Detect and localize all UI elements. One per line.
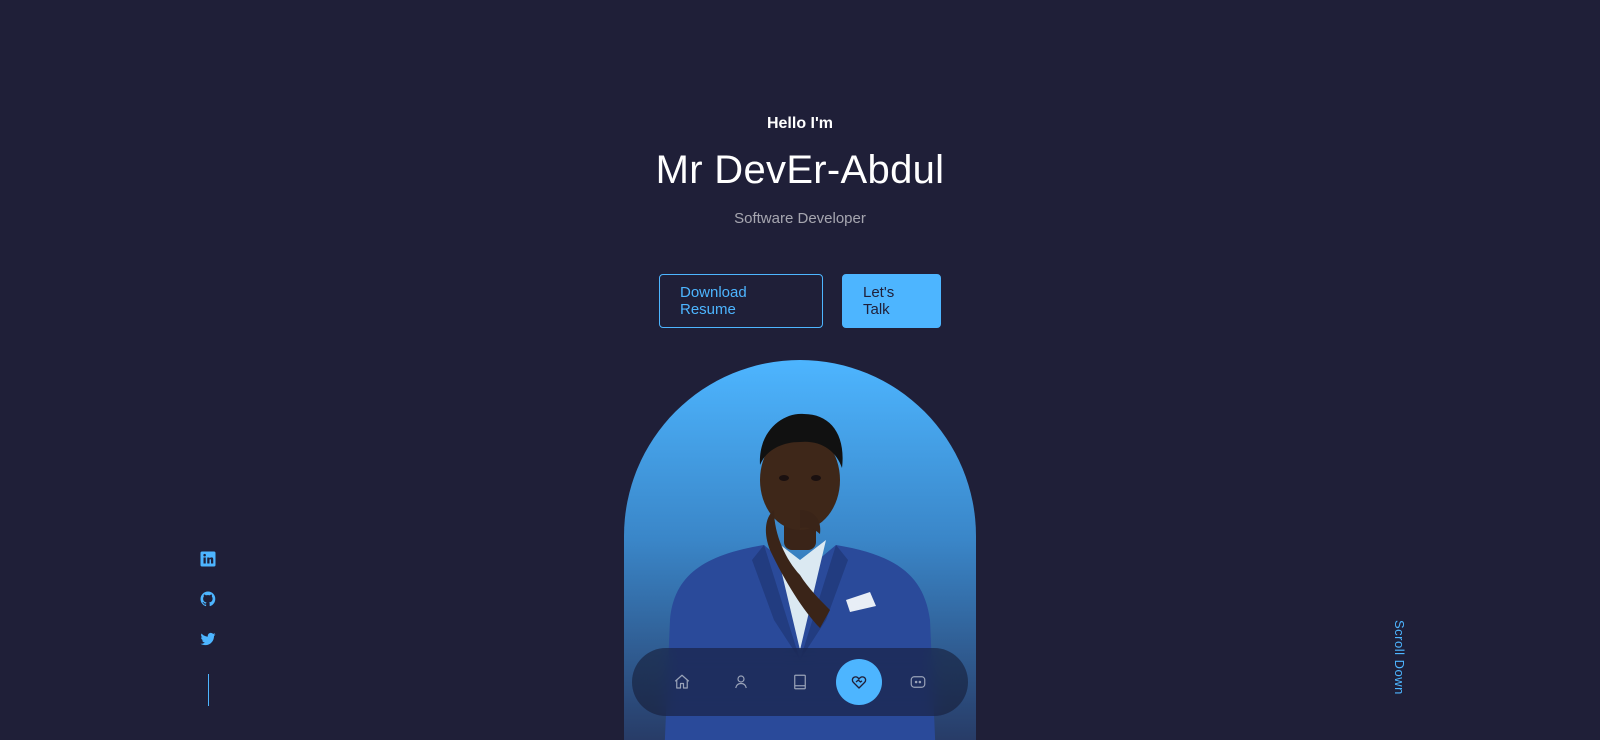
hero-section: Hello I'm Mr DevEr-Abdul Software Develo… [0,0,1600,740]
twitter-icon [200,632,216,646]
book-icon [794,674,806,690]
nav-home[interactable] [659,659,705,705]
lets-talk-button[interactable]: Let's Talk [842,274,941,328]
github-link[interactable] [199,590,217,608]
message-icon [910,676,926,688]
scroll-down-link[interactable]: Scroll Down [1392,620,1407,695]
nav-experience[interactable] [777,659,823,705]
heart-handshake-icon [851,676,867,689]
nav-contact[interactable] [895,659,941,705]
social-links [198,550,218,706]
user-icon [735,675,747,689]
linkedin-icon [200,551,216,567]
twitter-link[interactable] [199,630,217,648]
cta-group: Download Resume Let's Talk [0,274,1600,328]
page-title: Mr DevEr-Abdul [655,148,945,192]
nav-about[interactable] [718,659,764,705]
job-title: Software Developer [734,210,866,227]
greeting: Hello I'm [766,115,834,132]
nav-services[interactable] [836,659,882,705]
home-icon [674,674,690,689]
download-resume-button[interactable]: Download Resume [659,274,823,328]
social-divider-line [207,674,209,706]
github-icon [200,591,216,607]
bottom-nav [632,648,968,716]
linkedin-link[interactable] [199,550,217,568]
